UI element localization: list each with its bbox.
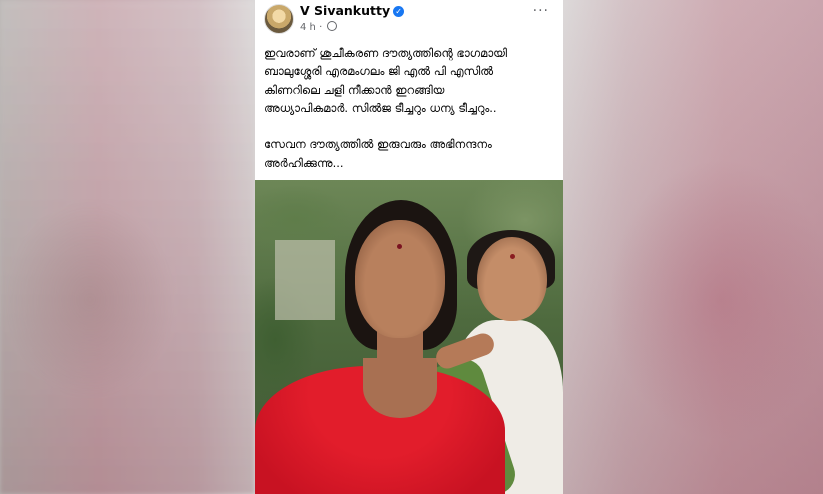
photo-background-wall <box>275 240 335 320</box>
post-text: ഇവരാണ് ശുചീകരണ ദൗത്യത്തിന്റെ ഭാഗമായി ബാല… <box>264 46 507 170</box>
person-right-face <box>477 237 547 321</box>
blurred-background-right <box>561 0 823 494</box>
meta-separator: · <box>315 22 326 33</box>
post-photo[interactable] <box>255 180 563 494</box>
author-name[interactable]: V Sivankutty ✓ <box>300 3 405 18</box>
globe-icon <box>327 21 338 31</box>
person-left-neckline <box>363 358 437 418</box>
person-left-face <box>355 220 445 338</box>
blurred-background-left <box>0 0 255 494</box>
verified-badge-icon: ✓ <box>393 6 405 17</box>
post-meta: 4 h · <box>300 21 338 33</box>
post-time[interactable]: 4 h <box>300 22 316 33</box>
post-header: V Sivankutty ✓ 4 h · ··· <box>255 0 563 38</box>
facebook-post: V Sivankutty ✓ 4 h · ··· ഇവരാണ് ശുചീകരണ ദ… <box>255 0 563 494</box>
person-right-bindi <box>510 254 515 259</box>
more-options-icon[interactable]: ··· <box>533 3 549 19</box>
author-avatar[interactable] <box>264 4 294 34</box>
person-left-bindi <box>397 244 402 249</box>
author-name-text[interactable]: V Sivankutty <box>300 3 390 18</box>
